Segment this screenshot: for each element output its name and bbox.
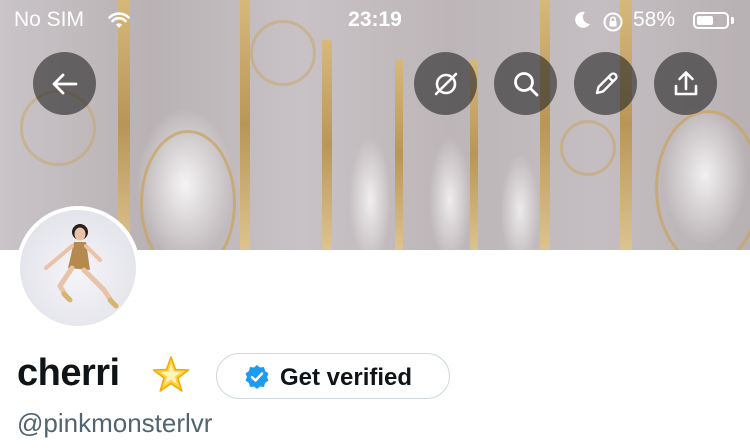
display-name: cherri — [17, 352, 120, 394]
share-button[interactable] — [654, 52, 717, 115]
banner-decoration — [118, 0, 130, 250]
banner-decoration — [395, 60, 403, 250]
battery-level-fill — [697, 16, 713, 25]
mute-button[interactable] — [414, 52, 477, 115]
banner-decoration — [560, 120, 616, 176]
avatar-image — [20, 210, 136, 326]
battery-tip — [731, 17, 734, 24]
circle-slash-icon — [434, 72, 457, 95]
search-icon — [513, 71, 538, 96]
back-arrow-icon — [52, 73, 77, 94]
battery-icon — [693, 12, 729, 29]
pencil-icon — [595, 71, 618, 94]
banner-decoration — [620, 0, 632, 250]
verified-badge-icon — [245, 365, 269, 389]
figure-skater-photo — [44, 224, 119, 309]
banner-decoration — [140, 130, 236, 250]
orientation-lock-icon — [603, 12, 623, 32]
back-button[interactable] — [33, 52, 96, 115]
banner-decoration — [240, 0, 250, 250]
banner-decoration — [655, 110, 750, 250]
banner-decoration — [540, 0, 550, 250]
status-bar: No SIM 23:19 58% — [0, 6, 750, 36]
share-upload-icon — [674, 70, 697, 95]
battery-percent: 58% — [633, 8, 676, 31]
edit-button[interactable] — [574, 52, 637, 115]
profile-handle: @pinkmonsterlvr — [17, 408, 213, 438]
profile-avatar[interactable] — [16, 206, 140, 330]
banner-decoration — [322, 40, 332, 250]
search-button[interactable] — [494, 52, 557, 115]
glowing-star-icon — [152, 356, 190, 392]
get-verified-label: Get verified — [280, 364, 413, 391]
profile-banner[interactable]: No SIM 23:19 58% — [0, 0, 750, 250]
moon-icon — [575, 11, 590, 28]
get-verified-button[interactable]: Get verified — [216, 353, 450, 399]
